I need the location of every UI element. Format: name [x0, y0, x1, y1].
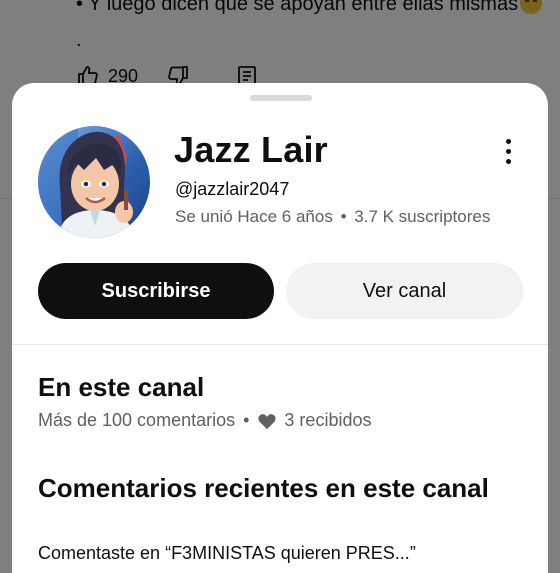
channel-meta: Se unió Hace 6 años • 3.7 K suscriptores: [175, 207, 490, 227]
sheet-divider: [12, 344, 548, 345]
stats-separator: •: [243, 410, 250, 430]
joined-date: Se unió Hace 6 años: [175, 207, 333, 226]
avatar[interactable]: [38, 126, 150, 238]
channel-name: Jazz Lair: [174, 129, 328, 170]
drag-handle[interactable]: [250, 95, 312, 101]
subscribe-button[interactable]: Suscribirse: [38, 263, 274, 319]
channel-handle: @jazzlair2047: [175, 179, 290, 199]
on-channel-title: En este canal: [38, 372, 205, 402]
subscriber-count: 3.7 K suscriptores: [354, 207, 491, 226]
comments-count: Más de 100 comentarios: [38, 410, 236, 430]
view-channel-button[interactable]: Ver canal: [286, 263, 523, 319]
recent-comments-title: Comentarios recientes en este canal: [38, 473, 489, 503]
meta-separator: •: [340, 207, 347, 226]
heart-icon: [257, 412, 284, 430]
more-vert-icon[interactable]: [492, 133, 524, 169]
on-channel-stats: Más de 100 comentarios • 3 recibidos: [38, 410, 371, 431]
hearts-received: 3 recibidos: [284, 410, 372, 430]
recent-comment-item[interactable]: Comentaste en “F3MINISTAS quieren PRES..…: [38, 543, 416, 564]
channel-bottom-sheet: Jazz Lair @jazzlair2047 Se unió Hace 6 a…: [12, 83, 548, 573]
